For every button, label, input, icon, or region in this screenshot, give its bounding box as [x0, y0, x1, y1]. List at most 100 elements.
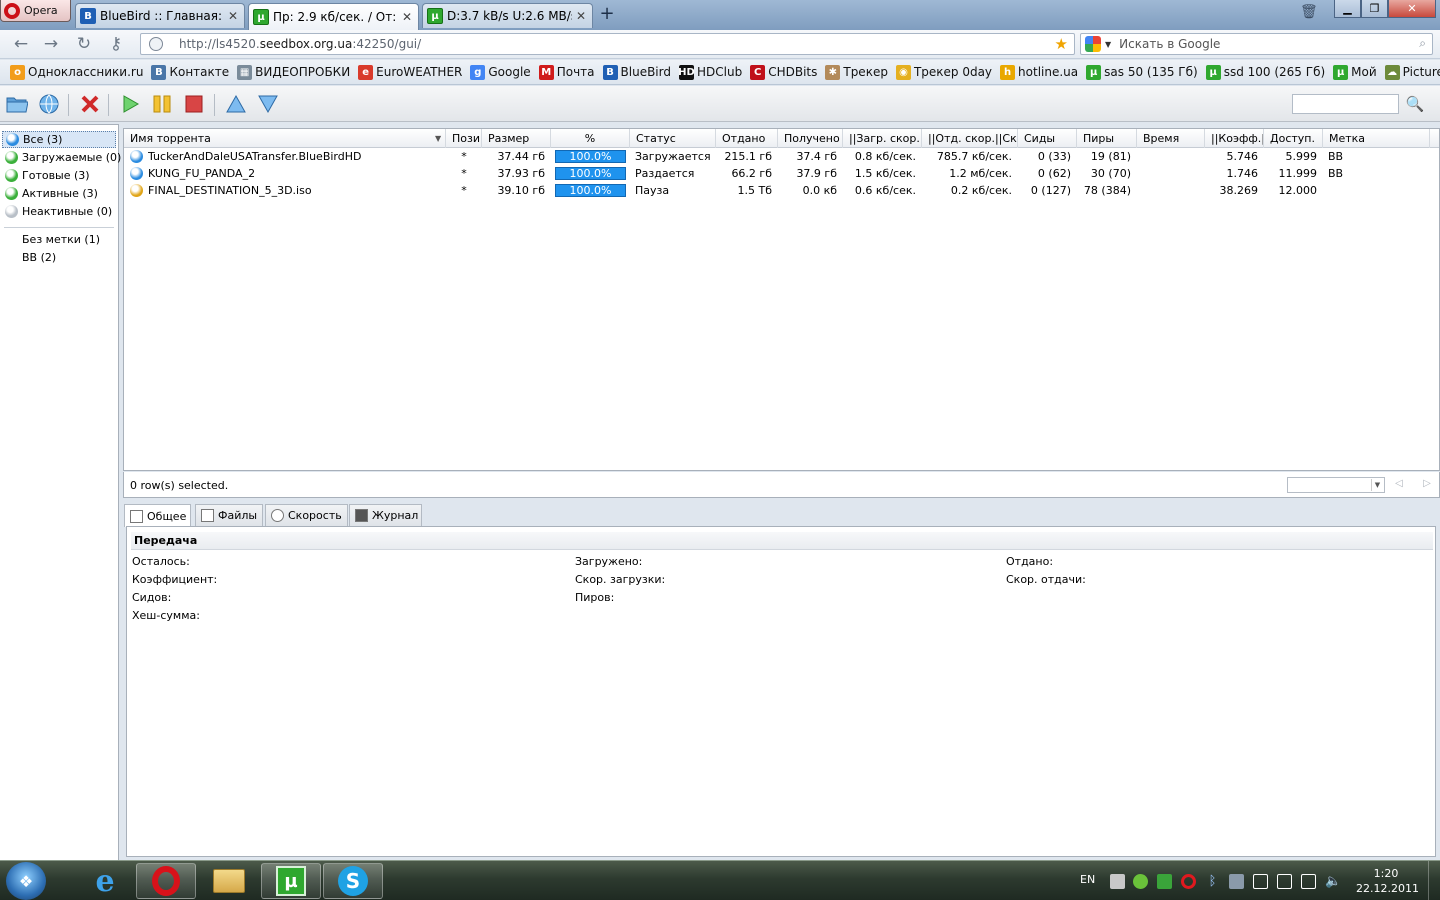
opera-task-icon[interactable] [136, 863, 196, 899]
sidebar-label-filter[interactable]: Без метки (1) [22, 231, 100, 248]
stop-icon[interactable] [182, 92, 206, 116]
language-indicator[interactable]: EN [1080, 873, 1095, 886]
restore-button[interactable]: ❐ [1361, 0, 1388, 18]
power-icon[interactable] [1301, 874, 1316, 889]
close-tab-icon[interactable]: ✕ [228, 9, 238, 23]
column-header[interactable]: Размер [482, 129, 551, 148]
sidebar-category[interactable]: Неактивные (0) [2, 203, 116, 220]
column-header[interactable]: Сиды [1018, 129, 1077, 148]
tab-general[interactable]: Общее [124, 504, 191, 527]
column-header[interactable]: Статус [630, 129, 716, 148]
sidebar-category[interactable]: Загружаемые (0) [2, 149, 121, 166]
utorrent-tray-icon[interactable] [1110, 874, 1125, 889]
bookmark-item[interactable]: ✱ Трекер [823, 64, 890, 80]
new-tab-button[interactable]: + [597, 5, 617, 25]
volume-icon[interactable]: 🔈 [1325, 874, 1341, 889]
search-engine-dropdown-icon[interactable]: ▼ [1105, 40, 1111, 49]
bookmark-item[interactable]: µ ssd 100 (265 Гб) [1204, 64, 1327, 80]
close-window-button[interactable]: ✕ [1388, 0, 1436, 18]
status-check-icon[interactable] [1133, 874, 1148, 889]
network-icon[interactable] [1277, 874, 1292, 889]
log-tab-icon [355, 509, 368, 522]
trash-icon[interactable]: 🗑 [1300, 4, 1318, 22]
category-label: Все (3) [23, 133, 63, 146]
search-icon[interactable]: ⌕ [1419, 36, 1426, 51]
media-tray-icon[interactable] [1229, 874, 1244, 889]
add-torrent-folder-icon[interactable] [5, 92, 29, 116]
show-desktop-button[interactable] [1428, 861, 1440, 900]
move-up-queue-icon[interactable] [224, 92, 248, 116]
bookmark-item[interactable]: µ Мой [1331, 64, 1379, 80]
close-tab-icon[interactable]: ✕ [576, 9, 586, 23]
page-select[interactable]: ▼ [1287, 477, 1385, 493]
column-header[interactable]: Пиры [1077, 129, 1137, 148]
bookmark-item[interactable]: ◉ Трекер 0day [894, 64, 994, 80]
torrent-row[interactable]: TuckerAndDaleUSATransfer.BlueBirdHD * 37.4… [124, 148, 1430, 165]
bookmark-item[interactable]: h hotline.ua [998, 64, 1080, 80]
sidebar-category[interactable]: Все (3) [2, 131, 116, 148]
sidebar-category[interactable]: Активные (3) [2, 185, 116, 202]
bluetooth-icon[interactable]: ᛒ [1205, 874, 1220, 889]
column-header[interactable]: Позиц [446, 129, 482, 148]
address-bar[interactable]: http://ls4520. seedbox.org.ua:42250/gui/ … [140, 33, 1075, 55]
internet-explorer-task-icon[interactable]: e [75, 863, 135, 899]
bookmark-item[interactable]: ▦ ВИДЕОПРОБКИ [235, 64, 352, 80]
column-header[interactable]: % [551, 129, 630, 148]
bookmark-item[interactable]: g Google [468, 64, 532, 80]
tab-log[interactable]: Журнал [349, 504, 422, 526]
previous-page-icon[interactable]: ◁ [1392, 477, 1406, 491]
column-header[interactable]: ||Коэфф.|| [1205, 129, 1264, 148]
next-page-icon[interactable]: ▷ [1420, 477, 1434, 491]
bookmark-item[interactable]: M Почта [537, 64, 597, 80]
tab-speed[interactable]: Скорость [265, 504, 348, 526]
skype-task-icon[interactable]: S [323, 863, 383, 899]
column-header[interactable]: Метка [1323, 129, 1430, 148]
tab-files[interactable]: Файлы [195, 504, 263, 526]
bookmark-item[interactable]: e EuroWEATHER [356, 64, 464, 80]
forward-arrow-icon[interactable]: → [40, 34, 62, 56]
column-header[interactable]: Отдано [716, 129, 778, 148]
search-field[interactable]: ▼ Искать в Google ⌕ [1080, 33, 1433, 55]
add-url-globe-icon[interactable] [37, 92, 61, 116]
windows-start-button[interactable]: ❖ [6, 862, 46, 900]
close-tab-icon[interactable]: ✕ [402, 10, 412, 24]
bookmark-item[interactable]: В Контакте [149, 64, 231, 80]
opera-tray-icon[interactable] [1181, 874, 1196, 889]
torrent-filter-input[interactable] [1292, 94, 1399, 114]
remove-torrent-icon[interactable] [78, 92, 102, 116]
utorrent-task-icon[interactable]: µ [261, 863, 321, 899]
clock[interactable]: 1:20 22.12.2011 [1356, 866, 1419, 896]
browser-tab-bluebird[interactable]: B BlueBird :: Главная: ск... ✕ [75, 3, 245, 28]
browser-tab-utorrent[interactable]: µ D:3.7 kB/s U:2.6 MB/s - ... ✕ [422, 3, 593, 28]
bookmark-item[interactable]: µ sas 50 (135 Гб) [1084, 64, 1200, 80]
key-icon[interactable]: ⚷ [105, 34, 127, 56]
column-header[interactable]: Доступ. [1264, 129, 1323, 148]
bookmark-item[interactable]: HD HDClub [677, 64, 744, 80]
search-filter-icon[interactable]: 🔍 [1400, 92, 1430, 116]
move-down-queue-icon[interactable] [256, 92, 280, 116]
sidebar-label-filter[interactable]: BB (2) [22, 249, 56, 266]
bookmark-item[interactable]: ☁PictureShack [1383, 64, 1440, 80]
bookmark-star-icon[interactable]: ★ [1055, 35, 1068, 53]
column-header[interactable]: ||Отд. скор.||Ско [922, 129, 1018, 148]
file-explorer-task-icon[interactable] [199, 863, 259, 899]
bookmark-item[interactable]: o Одноклассники.ru [8, 64, 145, 80]
column-header[interactable]: Имя торрента [124, 129, 446, 148]
sidebar-category[interactable]: Готовые (3) [2, 167, 116, 184]
browser-tab-utorrent-active[interactable]: µ Пр: 2.9 кб/сек. / От: 1.... ✕ [248, 3, 419, 30]
torrent-row[interactable]: KUNG_FU_PANDA_2 * 37.93 гб 100.0% Раздается 6… [124, 165, 1430, 182]
reload-icon[interactable]: ↻ [73, 34, 95, 56]
utorrent-tray-icon[interactable] [1157, 874, 1172, 889]
column-header[interactable]: ||Загр. скор.|| [843, 129, 922, 148]
back-arrow-icon[interactable]: ← [10, 34, 32, 56]
torrent-row[interactable]: FINAL_DESTINATION_5_3D.iso * 39.10 гб 100.0… [124, 182, 1430, 199]
pause-icon[interactable] [150, 92, 174, 116]
flag-action-center-icon[interactable] [1253, 874, 1268, 889]
bookmark-item[interactable]: C CHDBits [748, 64, 819, 80]
column-header[interactable]: Время [1137, 129, 1205, 148]
column-header[interactable]: Получено [778, 129, 843, 148]
opera-menu-button[interactable]: Opera [0, 0, 71, 22]
start-play-icon[interactable] [118, 92, 142, 116]
minimize-button[interactable]: ▁ [1334, 0, 1361, 18]
bookmark-item[interactable]: B BlueBird [601, 64, 673, 80]
